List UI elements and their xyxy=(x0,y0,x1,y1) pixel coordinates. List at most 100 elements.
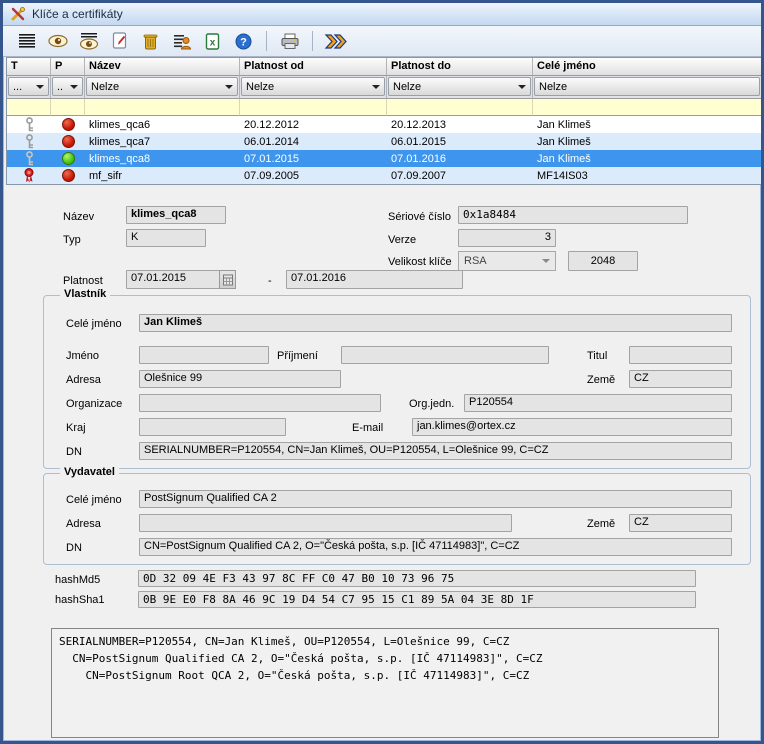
filter-combo-platnost-od[interactable]: Nelze xyxy=(241,77,385,96)
hash-md5-label: hashMd5 xyxy=(55,574,100,586)
app-window: Klíče a certifikáty xyxy=(0,0,764,744)
cell-platnost-do: 06.01.2015 xyxy=(387,133,533,150)
column-header-platnost-od[interactable]: Platnost od xyxy=(240,58,387,76)
velikost-klice-field[interactable]: 2048 xyxy=(568,251,638,271)
issuer-adresa-field[interactable] xyxy=(139,514,512,532)
table-row-selected[interactable]: klimes_qca8 07.01.2015 07.01.2016 Jan Kl… xyxy=(7,150,762,167)
column-header-platnost-do[interactable]: Platnost do xyxy=(387,58,533,76)
owner-cele-jmeno-field[interactable]: Jan Klimeš xyxy=(139,314,732,332)
filter-input-nazev[interactable] xyxy=(85,99,240,116)
typ-field[interactable]: K xyxy=(126,229,206,247)
chevron-down-icon xyxy=(518,85,526,89)
owner-kraj-field[interactable] xyxy=(139,418,286,436)
toolbar-separator xyxy=(266,31,267,51)
seriove-cislo-field[interactable]: 0x1a8484 xyxy=(458,206,688,224)
verze-field[interactable]: 3 xyxy=(458,229,556,247)
owner-jmeno-field[interactable] xyxy=(139,346,269,364)
issuer-zeme-field[interactable]: CZ xyxy=(629,514,732,532)
double-arrow-icon xyxy=(324,33,348,50)
owner-organizace-field[interactable] xyxy=(139,394,381,412)
platnost-do-field[interactable]: 07.01.2016 xyxy=(286,270,463,289)
cell-platnost-od: 06.01.2014 xyxy=(240,133,387,150)
cell-nazev: klimes_qca6 xyxy=(85,116,240,133)
key-icon xyxy=(24,134,35,149)
status-dot xyxy=(62,169,75,182)
cell-nazev: klimes_qca7 xyxy=(85,133,240,150)
filter-combo-cele-jmeno[interactable]: Nelze xyxy=(534,77,760,96)
toolbar: x ? xyxy=(3,26,761,57)
platnost-od-field[interactable]: 07.01.2015 xyxy=(126,270,220,289)
owner-orgjedn-field[interactable]: P120554 xyxy=(464,394,732,412)
table-row[interactable]: mf_sifr 07.09.2005 07.09.2007 MF14IS03 xyxy=(7,167,762,184)
owner-cele-jmeno-label: Celé jméno xyxy=(66,318,122,330)
filter-combo-t[interactable]: ... xyxy=(8,77,49,96)
owner-zeme-field[interactable]: CZ xyxy=(629,370,732,388)
hash-sha1-label: hashSha1 xyxy=(55,594,105,606)
filter-combo-nazev[interactable]: Nelze xyxy=(86,77,238,96)
filter-input-cele-jmeno[interactable] xyxy=(533,99,762,116)
filter-input-p[interactable] xyxy=(51,99,85,116)
app-tools-icon xyxy=(10,6,26,22)
forward-button[interactable] xyxy=(322,29,349,54)
cell-cele-jmeno: MF14IS03 xyxy=(533,167,762,184)
status-dot xyxy=(62,135,75,148)
issuer-cele-jmeno-field[interactable]: PostSignum Qualified CA 2 xyxy=(139,490,732,508)
filter-input-platnost-od[interactable] xyxy=(240,99,387,116)
certificate-persons-button[interactable] xyxy=(168,29,195,54)
view-button[interactable] xyxy=(44,29,71,54)
owner-dn-field[interactable]: SERIALNUMBER=P120554, CN=Jan Klimeš, OU=… xyxy=(139,442,732,460)
nazev-label: Název xyxy=(63,211,94,223)
view-details-button[interactable] xyxy=(75,29,102,54)
hash-sha1-field[interactable]: 0B 9E E0 F8 8A 46 9C 19 D4 54 C7 95 15 C… xyxy=(138,591,696,608)
issuer-dn-field[interactable]: CN=PostSignum Qualified CA 2, O="Česká p… xyxy=(139,538,732,556)
edit-document-button[interactable] xyxy=(106,29,133,54)
svg-text:?: ? xyxy=(240,36,247,48)
toolbar-separator xyxy=(312,31,313,51)
person-list-icon xyxy=(173,33,191,50)
velikost-klice-label: Velikost klíče xyxy=(388,256,452,268)
issuer-cele-jmeno-label: Celé jméno xyxy=(66,494,122,506)
certificate-chain-box[interactable]: SERIALNUMBER=P120554, CN=Jan Klimeš, OU=… xyxy=(51,628,719,738)
status-dot xyxy=(62,152,75,165)
filter-combo-platnost-do[interactable]: Nelze xyxy=(388,77,531,96)
typ-label: Typ xyxy=(63,234,81,246)
owner-group: Vlastník Celé jméno Jan Klimeš Jméno Pří… xyxy=(43,295,751,469)
algorithm-combo[interactable]: RSA xyxy=(458,251,556,271)
excel-export-icon: x xyxy=(205,33,220,50)
column-header-t[interactable]: T xyxy=(7,58,51,76)
calendar-button[interactable] xyxy=(219,270,236,289)
key-icon xyxy=(24,151,35,166)
delete-button[interactable] xyxy=(137,29,164,54)
filter-input-platnost-do[interactable] xyxy=(387,99,533,116)
owner-group-title: Vlastník xyxy=(60,288,110,300)
help-button[interactable]: ? xyxy=(230,29,257,54)
table-row[interactable]: klimes_qca6 20.12.2012 20.12.2013 Jan Kl… xyxy=(7,116,762,133)
filter-input-t[interactable] xyxy=(7,99,51,116)
hash-md5-field[interactable]: 0D 32 09 4E F3 43 97 8C FF C0 47 B0 10 7… xyxy=(138,570,696,587)
column-header-p[interactable]: P xyxy=(51,58,85,76)
window-title: Klíče a certifikáty xyxy=(32,7,123,21)
status-dot xyxy=(62,118,75,131)
owner-prijmeni-field[interactable] xyxy=(341,346,549,364)
trash-icon xyxy=(143,33,158,50)
cell-platnost-od: 07.01.2015 xyxy=(240,150,387,167)
owner-titul-label: Titul xyxy=(587,350,607,362)
column-header-nazev[interactable]: Název xyxy=(85,58,240,76)
print-button[interactable] xyxy=(276,29,303,54)
owner-organizace-label: Organizace xyxy=(66,398,122,410)
owner-zeme-label: Země xyxy=(587,374,615,386)
cell-cele-jmeno: Jan Klimeš xyxy=(533,150,762,167)
owner-titul-field[interactable] xyxy=(629,346,732,364)
export-excel-button[interactable]: x xyxy=(199,29,226,54)
owner-orgjedn-label: Org.jedn. xyxy=(409,398,454,410)
filter-combo-p[interactable]: .. xyxy=(52,77,83,96)
table-header-row: T P Název Platnost od Platnost do Celé j… xyxy=(7,58,762,76)
table-row[interactable]: klimes_qca7 06.01.2014 06.01.2015 Jan Kl… xyxy=(7,133,762,150)
cell-platnost-od: 07.09.2005 xyxy=(240,167,387,184)
issuer-group: Vydavatel Celé jméno PostSignum Qualifie… xyxy=(43,473,751,565)
nazev-field[interactable]: klimes_qca8 xyxy=(126,206,226,224)
list-view-button[interactable] xyxy=(13,29,40,54)
owner-email-field[interactable]: jan.klimes@ortex.cz xyxy=(412,418,732,436)
owner-adresa-field[interactable]: Olešnice 99 xyxy=(139,370,341,388)
column-header-cele-jmeno[interactable]: Celé jméno xyxy=(533,58,762,76)
